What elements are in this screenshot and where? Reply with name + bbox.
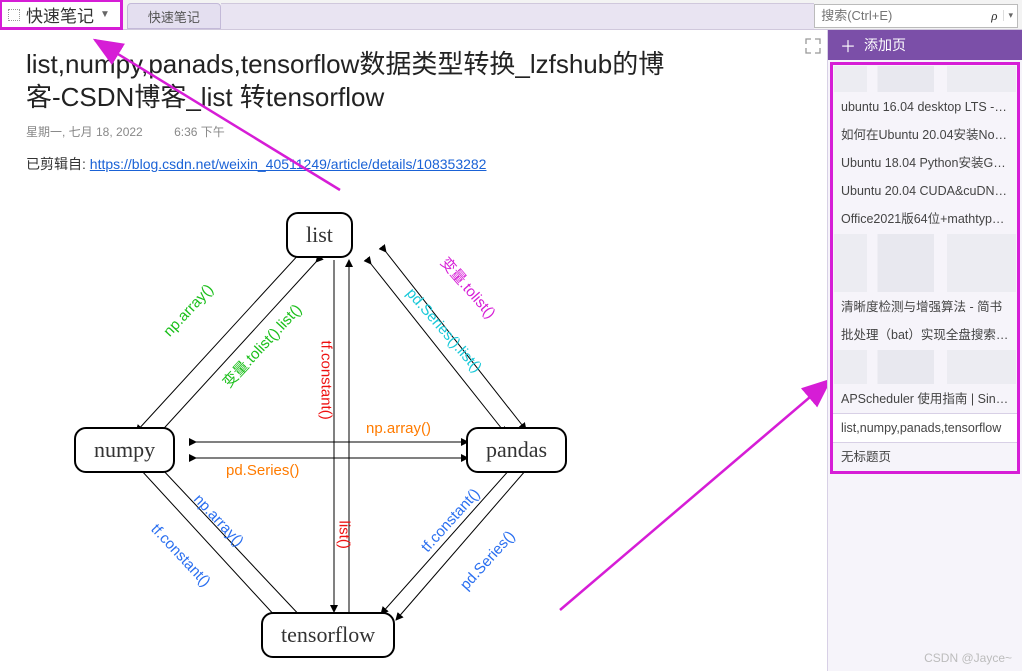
page-list-item[interactable]: Ubuntu 20.04 CUDA&cuDNN安 bbox=[833, 177, 1017, 205]
node-pandas: pandas bbox=[466, 427, 567, 473]
search-box[interactable]: ρ▾ bbox=[814, 4, 1018, 28]
plus-icon: ＋ bbox=[840, 33, 856, 57]
lbl-pdseries-mid: pd.Series() bbox=[226, 462, 299, 479]
page-date: 星期一, 七月 18, 2022 bbox=[26, 125, 143, 139]
page-list-item[interactable]: Ubuntu 18.04 Python安装GDAL bbox=[833, 149, 1017, 177]
page-list-item[interactable]: 无标题页 bbox=[833, 443, 1017, 471]
page-list-item[interactable] bbox=[833, 349, 1017, 385]
node-tensorflow: tensorflow bbox=[261, 612, 395, 658]
lbl-list-v: list() bbox=[336, 521, 353, 549]
page-list-item[interactable]: 批处理（bat）实现全盘搜索指定 bbox=[833, 321, 1017, 349]
section-tab[interactable]: 快速笔记 bbox=[127, 3, 221, 29]
page-list-item[interactable]: ubuntu 16.04 desktop LTS - Te bbox=[833, 93, 1017, 121]
page-sidebar: ＋ 添加页 ubuntu 16.04 desktop LTS - Te如何在Ub… bbox=[827, 30, 1022, 671]
top-bar: 快速笔记 ▼ 快速笔记 ρ▾ bbox=[0, 0, 1022, 30]
page-list-item[interactable] bbox=[833, 233, 1017, 293]
notebook-icon bbox=[8, 9, 20, 21]
fullscreen-icon[interactable] bbox=[805, 38, 821, 54]
notebook-dropdown[interactable]: 快速笔记 ▼ bbox=[0, 0, 123, 30]
search-input[interactable] bbox=[815, 8, 985, 23]
page-list-item[interactable]: 清晰度检测与增强算法 - 简书 bbox=[833, 293, 1017, 321]
clip-link[interactable]: https://blog.csdn.net/weixin_40511249/ar… bbox=[90, 156, 487, 172]
page-title[interactable]: list,numpy,panads,tensorflow数据类型转换_lzfsh… bbox=[26, 48, 676, 113]
clip-source: 已剪辑自: https://blog.csdn.net/weixin_40511… bbox=[26, 154, 801, 174]
search-dropdown-icon[interactable]: ▾ bbox=[1003, 10, 1017, 21]
search-icon[interactable]: ρ bbox=[985, 8, 1003, 24]
page-canvas: list,numpy,panads,tensorflow数据类型转换_lzfsh… bbox=[0, 30, 827, 671]
diagram: list numpy pandas tensorflow np.array() … bbox=[56, 202, 616, 671]
lbl-tfconst-v: tf.constant() bbox=[318, 341, 335, 420]
page-list-item[interactable]: APScheduler 使用指南 | SinHub' bbox=[833, 385, 1017, 413]
page-meta: 星期一, 七月 18, 2022 6:36 下午 bbox=[26, 123, 801, 140]
page-list-item[interactable]: Office2021版64位+mathtype6. bbox=[833, 205, 1017, 233]
node-numpy: numpy bbox=[74, 427, 175, 473]
notebook-name: 快速笔记 bbox=[26, 2, 94, 27]
node-list: list bbox=[286, 212, 353, 258]
page-list-item[interactable]: 如何在Ubuntu 20.04安装NoteP bbox=[833, 121, 1017, 149]
chevron-down-icon: ▼ bbox=[100, 9, 110, 20]
page-time: 6:36 下午 bbox=[174, 125, 225, 139]
page-list-item[interactable] bbox=[833, 65, 1017, 93]
add-page-button[interactable]: ＋ 添加页 bbox=[828, 30, 1022, 60]
page-list-item[interactable]: list,numpy,panads,tensorflow bbox=[833, 413, 1017, 443]
tab-strip bbox=[221, 3, 814, 29]
lbl-nparray-mid: np.array() bbox=[366, 420, 431, 437]
page-list: ubuntu 16.04 desktop LTS - Te如何在Ubuntu 2… bbox=[830, 62, 1020, 474]
watermark: CSDN @Jayce~ bbox=[924, 651, 1012, 665]
